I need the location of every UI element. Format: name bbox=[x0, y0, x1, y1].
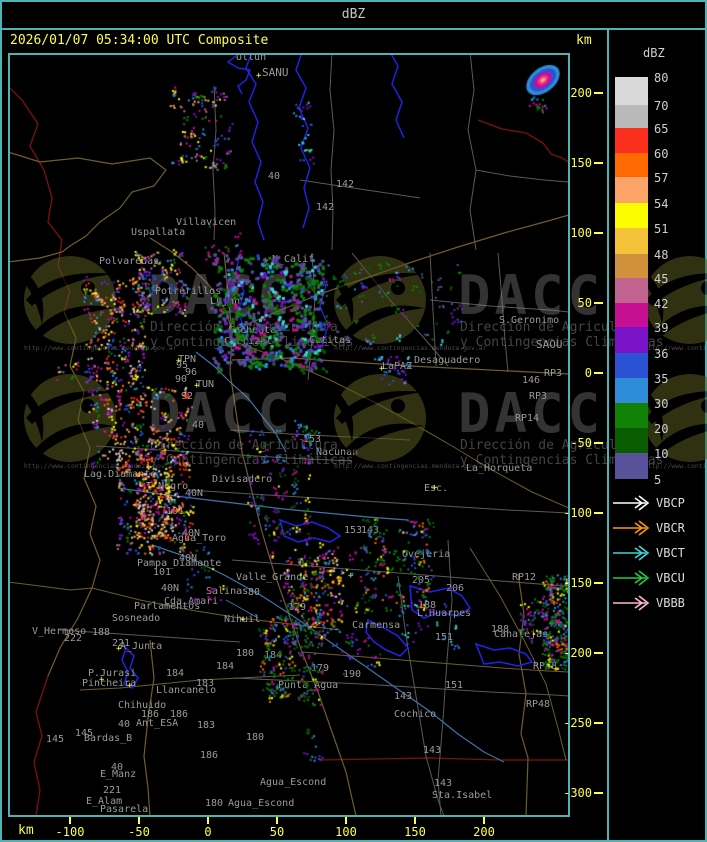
colorbar-band bbox=[615, 453, 648, 479]
y-axis-tick-label: -200 bbox=[563, 646, 592, 660]
colorbar-band bbox=[615, 428, 648, 453]
y-axis-unit-label: km bbox=[576, 33, 592, 48]
colorbar-band bbox=[615, 228, 648, 254]
y-axis-tick bbox=[594, 232, 603, 234]
y-axis-tick bbox=[594, 722, 603, 724]
x-axis-tick bbox=[345, 817, 347, 824]
y-axis-tick bbox=[594, 162, 603, 164]
legend-title: dBZ bbox=[643, 46, 665, 60]
x-axis-tick bbox=[69, 817, 71, 824]
x-axis-tick bbox=[207, 817, 209, 824]
y-axis-tick bbox=[594, 792, 603, 794]
colorbar-label: 45 bbox=[654, 272, 669, 286]
colorbar-band bbox=[615, 177, 648, 203]
y-axis-tick bbox=[594, 652, 603, 654]
colorbar-band bbox=[615, 203, 648, 228]
site-arrow-label: VBCP bbox=[656, 496, 685, 510]
x-axis-tick bbox=[414, 817, 416, 824]
radar-app-window: dBZ 2026/01/07 05:34:00 UTC Composite km… bbox=[0, 0, 707, 842]
colorbar-label: 51 bbox=[654, 222, 669, 236]
colorbar-band bbox=[615, 77, 648, 105]
y-axis-tick-label: 200 bbox=[570, 86, 592, 100]
x-axis-tick-label: 50 bbox=[269, 825, 285, 839]
site-arrow-label: VBBB bbox=[656, 596, 685, 610]
y-axis-tick-label: -250 bbox=[563, 716, 592, 730]
colorbar-label: 36 bbox=[654, 347, 669, 361]
colorbar-label: 80 bbox=[654, 71, 669, 85]
colorbar-label: 65 bbox=[654, 122, 669, 136]
x-axis-tick bbox=[483, 817, 485, 824]
y-axis-tick-label: 0 bbox=[584, 366, 592, 380]
x-axis-tick-label: 100 bbox=[335, 825, 357, 839]
colorbar-label: 48 bbox=[654, 248, 669, 262]
y-axis-tick-label: 50 bbox=[577, 296, 592, 310]
page-title: dBZ bbox=[341, 7, 366, 22]
y-axis-tick bbox=[594, 582, 603, 584]
colorbar-label: 70 bbox=[654, 99, 669, 113]
colorbar-label: 20 bbox=[654, 422, 669, 436]
y-axis-tick bbox=[594, 302, 603, 304]
colorbar-label: 57 bbox=[654, 171, 669, 185]
x-axis-tick bbox=[138, 817, 140, 824]
colorbar-band bbox=[615, 303, 648, 327]
site-arrow-label: VBCU bbox=[656, 571, 685, 585]
colorbar-band bbox=[615, 403, 648, 428]
colorbar-band bbox=[615, 327, 648, 353]
colorbar-band bbox=[615, 378, 648, 403]
y-axis-tick-label: 100 bbox=[570, 226, 592, 240]
colorbar-label: 42 bbox=[654, 297, 669, 311]
colorbar-label: 10 bbox=[654, 447, 669, 461]
y-axis-tick-label: -300 bbox=[563, 786, 592, 800]
x-axis-tick bbox=[276, 817, 278, 824]
colorbar-label: 5 bbox=[654, 473, 662, 487]
y-axis-tick-label: -50 bbox=[570, 436, 592, 450]
x-axis-tick-label: -100 bbox=[55, 825, 85, 839]
colorbar-band bbox=[615, 105, 648, 128]
colorbar-label: 39 bbox=[654, 321, 669, 335]
colorbar-label: 30 bbox=[654, 397, 669, 411]
x-axis-tick-label: 150 bbox=[404, 825, 426, 839]
x-axis-tick-label: 200 bbox=[473, 825, 495, 839]
y-axis-tick bbox=[594, 442, 603, 444]
site-arrow-label: VBCR bbox=[656, 521, 685, 535]
x-axis-tick-label: -50 bbox=[128, 825, 150, 839]
colorbar-label: 35 bbox=[654, 372, 669, 386]
x-axis-tick-label: 0 bbox=[204, 825, 212, 839]
timestamp-label: 2026/01/07 05:34:00 UTC Composite bbox=[10, 33, 269, 48]
colorbar-band bbox=[615, 353, 648, 378]
y-axis-tick bbox=[594, 92, 603, 94]
y-axis-tick-label: -100 bbox=[563, 506, 592, 520]
y-axis-tick-label: -150 bbox=[563, 576, 592, 590]
x-axis-unit-label: km bbox=[18, 823, 34, 838]
colorbar-band bbox=[615, 128, 648, 153]
colorbar-label: 60 bbox=[654, 147, 669, 161]
colorbar-band bbox=[615, 153, 648, 177]
radar-echoes-canvas bbox=[9, 54, 569, 815]
colorbar-band bbox=[615, 254, 648, 278]
y-axis-tick-label: 150 bbox=[570, 156, 592, 170]
y-axis-tick bbox=[594, 372, 603, 374]
site-arrow-label: VBCT bbox=[656, 546, 685, 560]
colorbar-band bbox=[615, 278, 648, 303]
colorbar-label: 54 bbox=[654, 197, 669, 211]
y-axis-tick bbox=[594, 512, 603, 514]
